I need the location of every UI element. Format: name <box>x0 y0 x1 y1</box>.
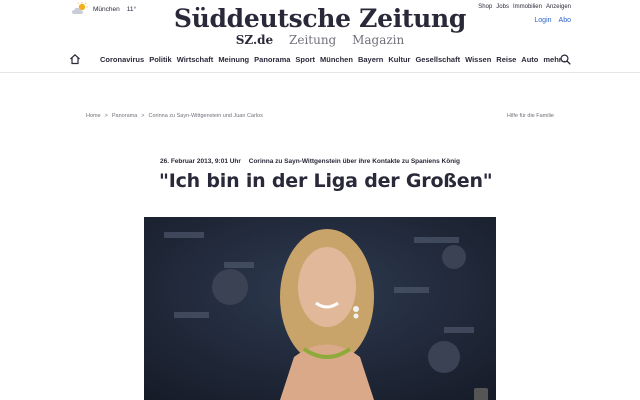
expand-image-button[interactable] <box>474 388 488 400</box>
link-shop[interactable]: Shop <box>478 4 492 10</box>
nav-item-auto[interactable]: Auto <box>521 55 538 64</box>
breadcrumb-panorama[interactable]: Panorama <box>112 113 137 119</box>
hero-photo <box>144 217 496 400</box>
breadcrumb-separator: > <box>141 113 145 119</box>
edition-switcher: SZ.de Zeitung Magazin <box>0 33 640 47</box>
main-navigation: Coronavirus Politik Wirtschaft Meinung P… <box>0 50 640 70</box>
breadcrumb-current: Corinna zu Sayn-Wittgenstein und Juan Ca… <box>148 113 263 119</box>
nav-item-sport[interactable]: Sport <box>295 55 315 64</box>
nav-item-reise[interactable]: Reise <box>496 55 516 64</box>
article-headline: "Ich bin in der Liga der Großen" <box>159 170 493 192</box>
abo-link[interactable]: Abo <box>559 17 571 24</box>
header-divider <box>0 72 640 73</box>
nav-item-wissen[interactable]: Wissen <box>465 55 491 64</box>
nav-item-coronavirus[interactable]: Coronavirus <box>100 55 144 64</box>
breadcrumb-separator: > <box>104 113 108 119</box>
article-kicker: Corinna zu Sayn-Wittgenstein über ihre K… <box>248 158 460 165</box>
nav-item-gesellschaft[interactable]: Gesellschaft <box>415 55 460 64</box>
link-immobilien[interactable]: Immobilien <box>513 4 542 10</box>
site-header: München 11° Süddeutsche Zeitung SZ.de Ze… <box>0 0 640 72</box>
breadcrumb-home[interactable]: Home <box>86 113 101 119</box>
nav-item-meinung[interactable]: Meinung <box>218 55 249 64</box>
nav-item-panorama[interactable]: Panorama <box>254 55 290 64</box>
link-jobs[interactable]: Jobs <box>496 4 509 10</box>
article-meta: 26. Februar 2013, 9:01 Uhr Corinna zu Sa… <box>160 158 460 165</box>
nav-item-politik[interactable]: Politik <box>149 55 172 64</box>
nav-item-muenchen[interactable]: München <box>320 55 353 64</box>
section-nav: Coronavirus Politik Wirtschaft Meinung P… <box>100 55 568 64</box>
search-icon[interactable] <box>560 54 571 65</box>
nav-item-wirtschaft[interactable]: Wirtschaft <box>177 55 214 64</box>
topic-tag[interactable]: Hilfe für die Familie <box>507 113 554 119</box>
home-icon[interactable] <box>69 53 81 65</box>
edition-sz-de[interactable]: SZ.de <box>236 33 273 47</box>
login-link[interactable]: Login <box>534 17 551 24</box>
link-anzeigen[interactable]: Anzeigen <box>546 4 571 10</box>
article-date: 26. Februar 2013, 9:01 Uhr <box>160 158 241 165</box>
edition-zeitung[interactable]: Zeitung <box>289 33 336 47</box>
breadcrumb: Home > Panorama > Corinna zu Sayn-Wittge… <box>86 113 263 119</box>
nav-item-kultur[interactable]: Kultur <box>388 55 410 64</box>
nav-item-bayern[interactable]: Bayern <box>358 55 383 64</box>
service-links: Shop Jobs Immobilien Anzeigen <box>478 4 571 10</box>
article-hero-image[interactable] <box>144 217 496 400</box>
edition-magazin[interactable]: Magazin <box>352 33 404 47</box>
account-links: Login Abo <box>534 17 571 24</box>
